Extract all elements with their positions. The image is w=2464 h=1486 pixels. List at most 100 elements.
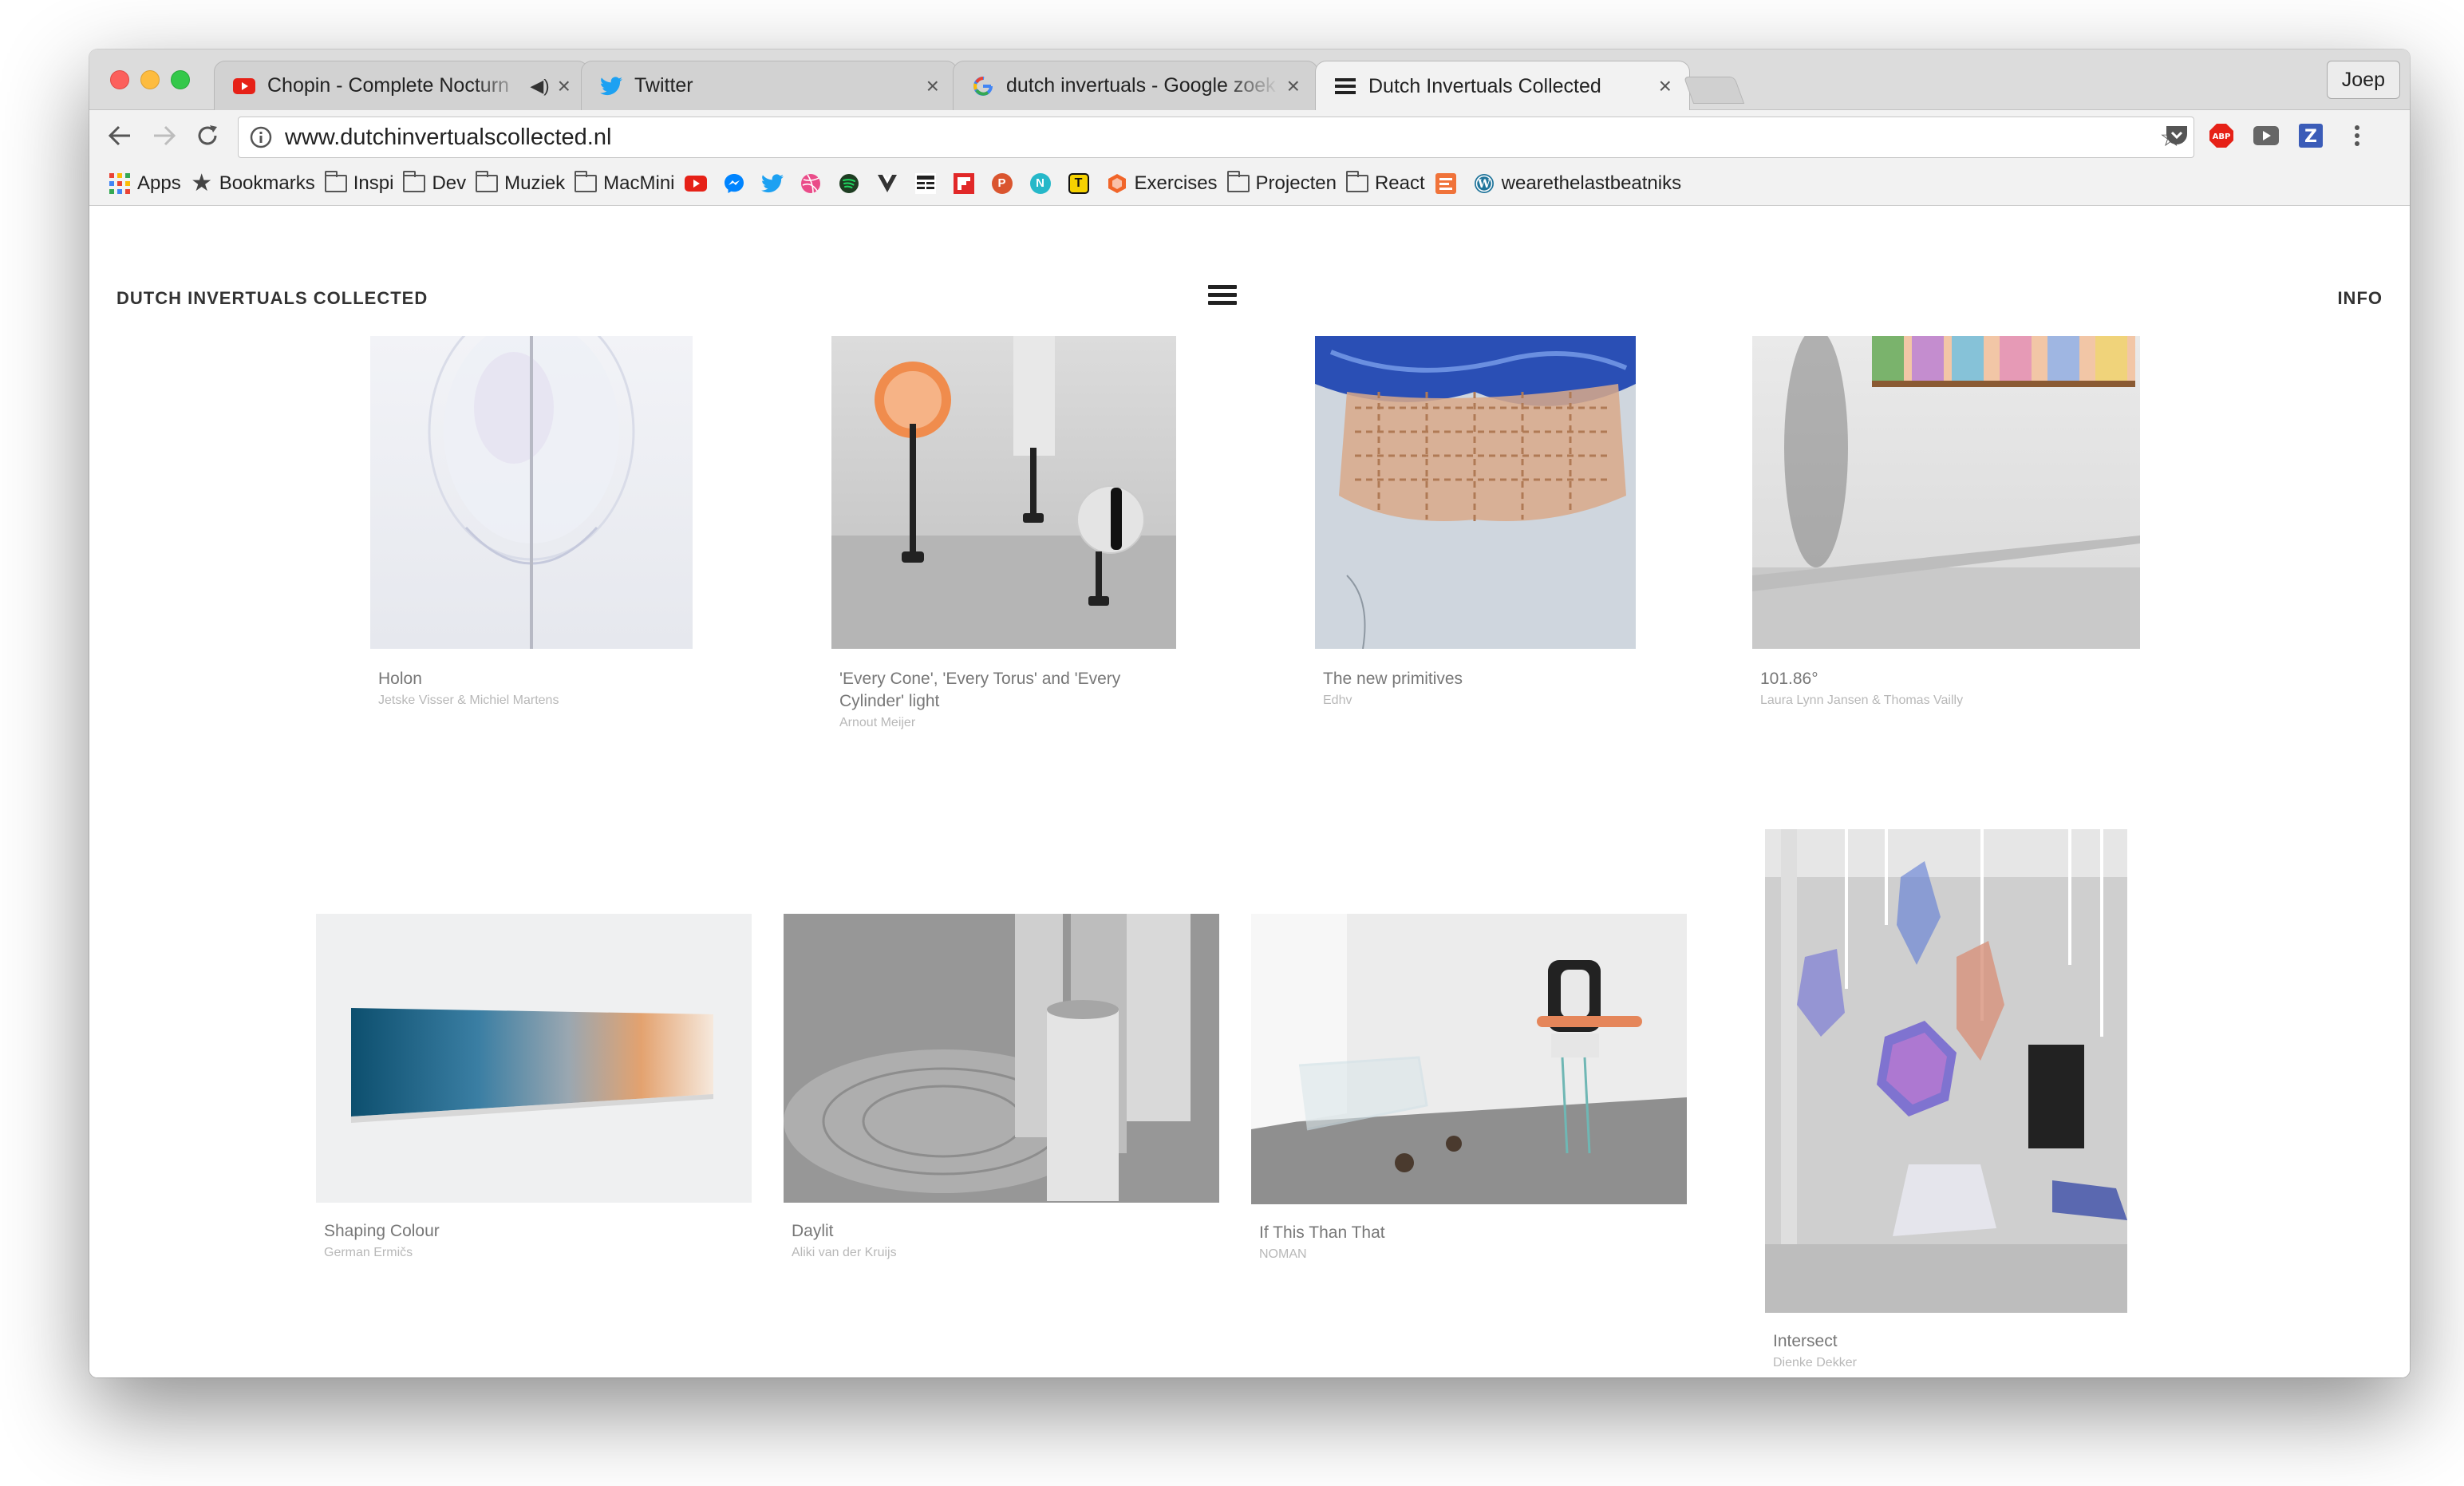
bookmark-news[interactable] bbox=[914, 172, 937, 195]
profile-button[interactable]: Joep bbox=[2326, 61, 2400, 99]
bookmark-twitter[interactable] bbox=[760, 172, 784, 195]
project-title[interactable]: Shaping Colour bbox=[324, 1220, 440, 1243]
project-title[interactable]: The new primitives bbox=[1323, 668, 1463, 690]
t-logo-icon: T bbox=[1068, 172, 1090, 195]
site-title[interactable]: DUTCH INVERTUALS COLLECTED bbox=[116, 288, 428, 309]
project-image[interactable] bbox=[316, 914, 752, 1203]
project-title[interactable]: Holon bbox=[378, 668, 422, 690]
z-extension-icon[interactable]: Z bbox=[2298, 123, 2324, 148]
bookmark-teal-app[interactable]: N bbox=[1029, 172, 1052, 195]
bookmark-folder-react[interactable]: React bbox=[1345, 170, 1425, 195]
bookmark-spotify[interactable] bbox=[838, 172, 860, 195]
address-bar[interactable]: www.dutchinvertualscollected.nl ☆ bbox=[238, 117, 2194, 158]
project-author: Jetske Visser & Michiel Martens bbox=[378, 694, 559, 707]
tab-twitter[interactable]: Twitter × bbox=[581, 61, 958, 110]
project-image[interactable] bbox=[784, 914, 1219, 1203]
tab-title: Dutch Invertuals Collected bbox=[1368, 74, 1601, 97]
app-logo-icon: N bbox=[1029, 172, 1052, 195]
bookmark-apps[interactable]: Apps bbox=[109, 172, 181, 195]
hamburger-menu-icon[interactable] bbox=[1208, 285, 1237, 307]
url-text: www.dutchinvertualscollected.nl bbox=[285, 124, 612, 150]
project-title[interactable]: 'Every Cone', 'Every Torus' and 'Every bbox=[839, 668, 1120, 690]
toolbar: www.dutchinvertualscollected.nl ☆ ABP Z bbox=[89, 110, 2410, 161]
close-tab-icon[interactable]: × bbox=[1659, 75, 1672, 97]
bookmark-flipboard[interactable] bbox=[953, 172, 975, 195]
twitter-icon bbox=[760, 172, 784, 195]
bookmark-folder-dev[interactable]: Dev bbox=[403, 170, 466, 195]
tab-strip: Chopin - Complete Nocturn ◀) × Twitter ×… bbox=[89, 49, 2410, 111]
zoom-window-button[interactable] bbox=[171, 70, 190, 89]
project-card-101-86[interactable]: 101.86° Laura Lynn Jansen & Thomas Vaill… bbox=[1752, 336, 2143, 751]
browser-window: Chopin - Complete Nocturn ◀) × Twitter ×… bbox=[89, 49, 2410, 1377]
bookmark-messenger[interactable] bbox=[723, 172, 745, 195]
google-icon bbox=[971, 74, 995, 98]
wordpress-icon: W bbox=[1473, 172, 1495, 195]
close-tab-icon[interactable]: × bbox=[558, 74, 571, 97]
flipboard-icon bbox=[953, 172, 975, 195]
project-title[interactable]: Intersect bbox=[1773, 1330, 1838, 1353]
project-author: German Ermičs bbox=[324, 1246, 413, 1259]
bookmark-folder-macmini[interactable]: MacMini bbox=[575, 170, 675, 195]
new-tab-button[interactable] bbox=[1683, 77, 1745, 104]
project-title[interactable]: 101.86° bbox=[1760, 668, 1818, 690]
tab-google[interactable]: dutch invertuals - Google zoek × bbox=[953, 61, 1318, 110]
bookmark-exercises[interactable]: Exercises bbox=[1106, 172, 1218, 195]
project-image[interactable] bbox=[1251, 914, 1687, 1204]
pocket-icon[interactable] bbox=[2164, 123, 2190, 148]
project-image[interactable] bbox=[831, 336, 1176, 649]
bookmark-t-app[interactable]: T bbox=[1068, 172, 1090, 195]
video-icon[interactable] bbox=[2253, 123, 2279, 148]
project-title-line2[interactable]: Cylinder' light bbox=[839, 690, 939, 713]
back-arrow-icon[interactable] bbox=[104, 120, 136, 152]
tab-chopin[interactable]: Chopin - Complete Nocturn ◀) × bbox=[214, 61, 589, 110]
close-tab-icon[interactable]: × bbox=[1287, 74, 1300, 97]
adblock-icon[interactable]: ABP bbox=[2209, 123, 2234, 148]
project-card-shaping-colour[interactable]: Shaping Colour German Ermičs bbox=[316, 914, 755, 1281]
bookmark-producthunt[interactable]: P bbox=[991, 172, 1013, 195]
project-card-holon[interactable]: Holon Jetske Visser & Michiel Martens bbox=[370, 336, 697, 751]
project-card-intersect[interactable]: Intersect Dienke Dekker bbox=[1765, 829, 2132, 1377]
close-tab-icon[interactable]: × bbox=[926, 74, 939, 97]
bookmark-label: Exercises bbox=[1134, 172, 1218, 194]
folder-icon bbox=[324, 170, 347, 195]
tab-title: Chopin - Complete Nocturn bbox=[267, 74, 509, 97]
bookmark-folder-inspi[interactable]: Inspi bbox=[324, 170, 394, 195]
forward-arrow-icon[interactable] bbox=[148, 120, 180, 152]
folder-icon bbox=[1226, 170, 1250, 195]
bookmark-vue[interactable] bbox=[876, 172, 898, 195]
web-page: DUTCH INVERTUALS COLLECTED INFO Holon Je… bbox=[89, 207, 2410, 1377]
bookmark-youtube[interactable] bbox=[684, 172, 707, 195]
project-image[interactable] bbox=[1765, 829, 2127, 1313]
project-card-daylit[interactable]: Daylit Aliki van der Kruijs bbox=[784, 914, 1222, 1281]
project-title[interactable]: If This Than That bbox=[1259, 1222, 1385, 1244]
bookmark-label: Inspi bbox=[353, 172, 394, 194]
project-card-new-primitives[interactable]: The new primitives Edhv bbox=[1315, 336, 1642, 751]
project-card-every-cone[interactable]: 'Every Cone', 'Every Torus' and 'Every C… bbox=[831, 336, 1183, 751]
speaker-icon[interactable]: ◀) bbox=[530, 76, 549, 97]
tab-dutch-invertuals[interactable]: Dutch Invertuals Collected × bbox=[1315, 61, 1690, 111]
project-image[interactable] bbox=[370, 336, 693, 649]
bookmark-folder-muziek[interactable]: Muziek bbox=[476, 170, 566, 195]
project-author: Dienke Dekker bbox=[1773, 1356, 1857, 1369]
folder-icon bbox=[403, 170, 426, 195]
project-title[interactable]: Daylit bbox=[792, 1220, 834, 1243]
bookmark-orange-app[interactable] bbox=[1435, 172, 1457, 195]
more-menu-icon[interactable] bbox=[2344, 123, 2370, 148]
dribbble-icon bbox=[800, 172, 822, 195]
minimize-window-button[interactable] bbox=[140, 70, 160, 89]
info-link[interactable]: INFO bbox=[2337, 288, 2383, 309]
bookmark-bookmarks[interactable]: ★ Bookmarks bbox=[191, 170, 315, 196]
bookmark-beatniks[interactable]: W wearethelastbeatniks bbox=[1473, 172, 1681, 195]
bookmark-label: Muziek bbox=[504, 172, 566, 194]
bookmark-folder-projecten[interactable]: Projecten bbox=[1226, 170, 1337, 195]
project-card-if-this-than-that[interactable]: If This Than That NOMAN bbox=[1251, 914, 1690, 1281]
info-icon[interactable] bbox=[250, 126, 272, 148]
bookmark-dribbble[interactable] bbox=[800, 172, 822, 195]
project-image[interactable] bbox=[1315, 336, 1636, 649]
project-image[interactable] bbox=[1752, 336, 2140, 649]
tab-title: dutch invertuals - Google zoek bbox=[1006, 74, 1276, 97]
folder-icon bbox=[575, 170, 598, 195]
close-window-button[interactable] bbox=[110, 70, 129, 89]
reload-icon[interactable] bbox=[192, 120, 223, 152]
messenger-icon bbox=[723, 172, 745, 195]
